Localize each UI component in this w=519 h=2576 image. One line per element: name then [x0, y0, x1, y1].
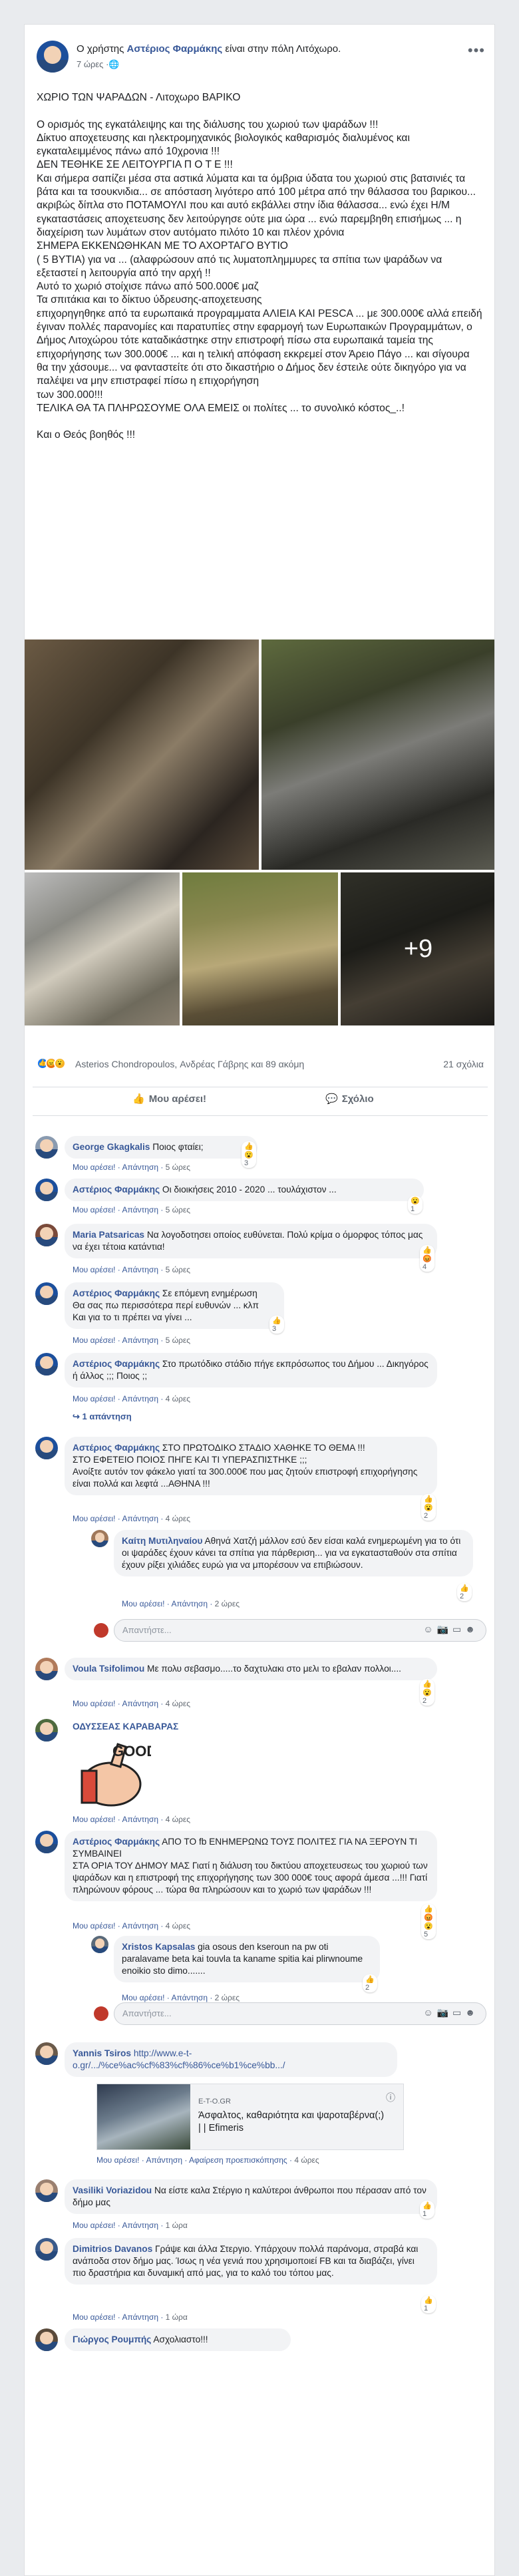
commenter-avatar[interactable] [35, 1658, 58, 1680]
more-options-icon[interactable]: ••• [468, 42, 485, 59]
comment-bubble: Αστέριος Φαρμάκης ΣΤΟ ΠΡΩΤΟΔΙΚΟ ΣΤΑΔΙΟ Χ… [65, 1437, 437, 1495]
comment-bubble: Αστέριος Φαρμάκης Οι διοικήσεις 2010 - 2… [65, 1179, 424, 1201]
comments-count[interactable]: 21 σχόλια [443, 1059, 484, 1069]
view-replies-link[interactable]: ↪ 1 απάντηση [73, 1411, 132, 1422]
commenter-avatar[interactable] [35, 2179, 58, 2202]
facebook-post: Ο χρήστης Αστέριος Φαρμάκης είναι στην π… [24, 24, 495, 2576]
photo-5[interactable]: +9 [341, 872, 494, 1025]
commenter-avatar[interactable] [35, 1136, 58, 1159]
commenter-avatar[interactable] [35, 2328, 58, 2351]
comment-bubble: Vasiliki Voriazidou Να είστε καλα Στέργι… [65, 2179, 437, 2214]
comment-reactions[interactable]: 👍 2 [457, 1583, 472, 1601]
commenter-avatar[interactable] [35, 1282, 58, 1305]
comment-meta: Μου αρέσει! · Απάντηση · 5 ώρες [73, 1205, 191, 1214]
comment-meta: Μου αρέσει! · Απάντηση · 4 ώρες [73, 1514, 191, 1523]
wow-reaction-icon: 😮 [54, 1057, 66, 1070]
comment-meta: Μου αρέσει! · Απάντηση · 4 ώρες [73, 1699, 191, 1708]
photo-1[interactable] [25, 640, 259, 870]
comment-reactions[interactable]: 👍😮 2 [420, 1679, 434, 1706]
comment-bubble: Αστέριος Φαρμάκης Στο πρωτόδικο στάδιο π… [65, 1353, 437, 1387]
comment-meta: Μου αρέσει! · Απάντηση · 2 ώρες [122, 1993, 240, 2002]
comment-bubble: George Gkagkalis Ποιος φταίει; [65, 1136, 258, 1159]
reply-input[interactable]: Απαντήστε... ☺📷▭☻ [114, 2002, 486, 2025]
comment-reactions[interactable]: 👍 1 [420, 2201, 434, 2219]
my-avatar [94, 1623, 108, 1638]
comment-reactions[interactable]: 👍😡😮 5 [421, 1904, 436, 1939]
reaction-summary: 👍😠😮 Asterios Chondropoulos, Ανδρέας Γάβρ… [37, 1057, 484, 1073]
comment-author[interactable]: ΟΔΥΣΣΕΑΣ ΚΑΡΑΒΑΡΑΣ [73, 1722, 178, 1732]
photo-4[interactable] [182, 872, 338, 1025]
comment-text: Ποιος φταίει; [152, 1142, 204, 1152]
author-name[interactable]: Αστέριος Φαρμάκης [127, 43, 223, 55]
comment-author[interactable]: George Gkagkalis [73, 1142, 150, 1152]
comment-meta: Μου αρέσει! · Απάντηση · 4 ώρες [73, 1921, 191, 1931]
comment-reactions[interactable]: 👍 2 [363, 1974, 377, 1992]
author-avatar[interactable] [37, 41, 69, 73]
thumbs-up-icon: 👍 [132, 1093, 145, 1105]
commenter-avatar[interactable] [91, 1936, 108, 1953]
comment-meta: Μου αρέσει! · Απάντηση · 4 ώρες [73, 1815, 191, 1824]
commenter-avatar[interactable] [35, 2238, 58, 2261]
speech-bubble-icon: 💬 [325, 1093, 338, 1105]
action-bar: 👍 Μου αρέσει! 💬 Σχόλιο [33, 1087, 488, 1116]
commenter-avatar[interactable] [35, 1831, 58, 1853]
header-location: είναι στην πόλη Λιτόχωρο. [225, 43, 341, 55]
comment-button[interactable]: 💬 Σχόλιο [325, 1093, 374, 1105]
link-preview-card[interactable]: E-T-O.GR Άσφαλτος, καθαριότητα και ψαροτ… [96, 2084, 404, 2150]
header-prefix: Ο χρήστης [77, 43, 124, 55]
comment-meta: Μου αρέσει! · Απάντηση · Αφαίρεση προεπι… [96, 2155, 319, 2165]
post-time: 7 ώρες ·🌐 [77, 59, 120, 69]
comment-meta: Μου αρέσει! · Απάντηση · 4 ώρες [73, 1394, 191, 1403]
commenter-avatar[interactable] [35, 1179, 58, 1201]
composer-tools-icons[interactable]: ☺📷▭☻ [423, 1624, 479, 1635]
globe-icon: ·🌐 [106, 59, 120, 69]
commenter-avatar[interactable] [91, 1530, 108, 1547]
my-avatar [94, 2006, 108, 2021]
comment-meta: Μου αρέσει! · Απάντηση · 1 ώρα [73, 2312, 188, 2322]
reaction-names[interactable]: Asterios Chondropoulos, Ανδρέας Γάβρης κ… [75, 1059, 304, 1069]
photo-2[interactable] [261, 640, 494, 870]
comment-bubble: Καίτη Μυτιληναίου Αθηνά Χατζή μάλλον εσύ… [114, 1530, 473, 1576]
composer-tools-icons[interactable]: ☺📷▭☻ [423, 2007, 479, 2018]
comment-bubble: Dimitrios Davanos Γράψε και άλλα Στεργιο… [65, 2238, 437, 2285]
post-header-line: Ο χρήστης Αστέριος Φαρμάκης είναι στην π… [77, 43, 341, 55]
comment-meta: Μου αρέσει! · Απάντηση · 1 ώρα [73, 2221, 188, 2230]
comment-reactions[interactable]: 👍😡 4 [420, 1245, 434, 1272]
comment-bubble: Γιώργος Ρουμπής Ασχολιαστο!!! [65, 2328, 291, 2351]
reply-input[interactable]: Απαντήστε... ☺📷▭☻ [114, 1619, 486, 1642]
link-source: E-T-O.GR [198, 2098, 231, 2106]
comment-reactions[interactable]: 😮 1 [408, 1196, 423, 1214]
photo-grid: +9 [25, 640, 494, 1025]
photo-3[interactable] [25, 872, 180, 1025]
like-button[interactable]: 👍 Μου αρέσει! [132, 1093, 206, 1105]
commenter-avatar[interactable] [35, 1353, 58, 1376]
comment-meta: Μου αρέσει! · Απάντηση · 2 ώρες [122, 1599, 240, 1608]
commenter-avatar[interactable] [35, 1224, 58, 1246]
comment-reactions[interactable]: 👍 3 [269, 1316, 284, 1334]
comment-reactions[interactable]: 👍 1 [421, 2295, 436, 2313]
link-thumbnail [97, 2084, 190, 2149]
svg-text:GOOD: GOOD [112, 1743, 151, 1759]
post-header: Ο χρήστης Αστέριος Φαρμάκης είναι στην π… [25, 25, 494, 82]
comment-bubble: Voula Tsifolimou Με πολυ σεβασμο.....το … [65, 1658, 437, 1680]
comment-bubble: Xristos Kapsalas gia osous den kseroun n… [114, 1936, 380, 1982]
commenter-avatar[interactable] [35, 2042, 58, 2065]
comment-reactions[interactable]: 👍😮 2 [421, 1494, 436, 1521]
comment-meta: Μου αρέσει! · Απάντηση · 5 ώρες [73, 1163, 191, 1172]
comment-meta: Μου αρέσει! · Απάντηση · 5 ώρες [73, 1265, 191, 1274]
post-text: ΧΩΡΙΟ ΤΩΝ ΨΑΡΑΔΩΝ - Λιτοχωρο ΒΑΡΙΚΟ Ο ορ… [37, 92, 482, 441]
good-thumbs-up-sticker[interactable]: GOOD [71, 1738, 151, 1811]
comment-bubble: Maria Patsaricas Να λογοδοτησει οποίος ε… [65, 1224, 437, 1258]
commenter-avatar[interactable] [35, 1719, 58, 1742]
link-title: Άσφαλτος, καθαριότητα και ψαροταβέρνα(;)… [198, 2110, 385, 2133]
comment-bubble: Αστέριος Φαρμάκης Σε επόμενη ενημέρωση Θ… [65, 1282, 284, 1329]
comment-bubble: Yannis Tsiros http://www.e-t-o.gr/.../%c… [65, 2042, 397, 2077]
reaction-icons[interactable]: 👍😠😮 [37, 1057, 66, 1070]
comment-bubble: Αστέριος Φαρμάκης ΑΠΟ ΤΟ fb ΕΝΗΜΕΡΩΝΩ ΤΟ… [65, 1831, 437, 1901]
commenter-avatar[interactable] [35, 1437, 58, 1459]
info-icon[interactable]: ⓘ [386, 2091, 395, 2104]
comment-meta: Μου αρέσει! · Απάντηση · 5 ώρες [73, 1336, 191, 1345]
more-photos-count[interactable]: +9 [341, 872, 494, 1025]
